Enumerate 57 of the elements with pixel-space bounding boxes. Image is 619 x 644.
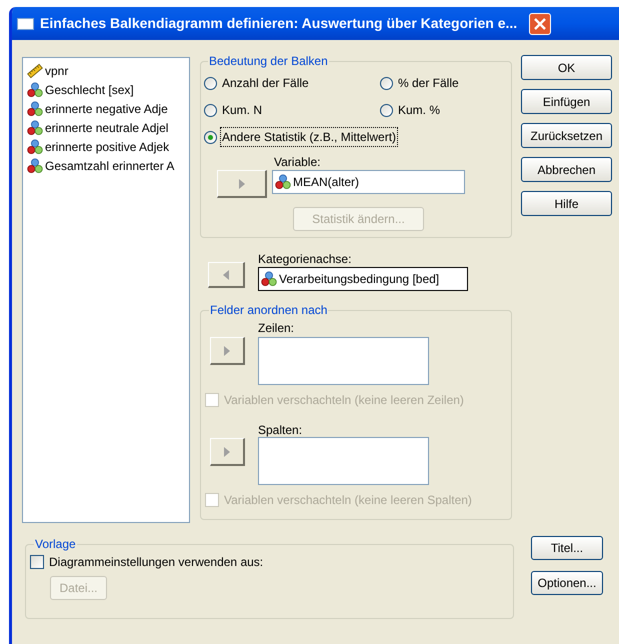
triangle-left-icon (223, 270, 229, 280)
nominal-variable-icon (27, 100, 43, 116)
window-title: Einfaches Balkendiagramm definieren: Auswertung über Kategorien e... (40, 14, 518, 33)
checkbox[interactable] (30, 555, 44, 569)
radio-button[interactable] (204, 104, 217, 116)
nominal-variable-icon (27, 158, 43, 174)
window-icon (17, 18, 34, 30)
radio-label: Andere Statistik (z.B., Mittelwert) (220, 127, 398, 147)
field-label: Variable: (274, 154, 322, 169)
group-title: Vorlage (34, 536, 77, 553)
variable-field[interactable]: MEAN(alter) (272, 170, 465, 194)
triangle-right-icon (224, 346, 230, 356)
field-label: Kategorienachse: (258, 251, 352, 267)
group-title: Bedeutung der Balken (208, 53, 329, 70)
checkbox-label: Variablen verschachteln (keine leeren Zeilen) (224, 392, 464, 409)
radio-button[interactable] (204, 130, 217, 144)
variable-item[interactable]: erinnerte neutrale Adjel (27, 118, 189, 137)
radio-label: % der Fälle (397, 75, 460, 92)
nominal-variable-icon (27, 138, 43, 154)
dialog-button[interactable]: Optionen... (531, 571, 603, 595)
variable-item[interactable]: erinnerte negative Adje (27, 99, 189, 118)
radio-button[interactable] (204, 76, 217, 90)
rows-list-box[interactable] (258, 337, 429, 385)
columns-list-box[interactable] (258, 437, 429, 485)
close-icon (534, 18, 546, 30)
nominal-variable-icon (275, 174, 291, 190)
variable-item[interactable]: vpnr (27, 61, 189, 80)
variable-item[interactable]: Geschlecht [sex] (27, 80, 189, 99)
field-label: Spalten: (258, 422, 304, 437)
group-title: Felder anordnen nach (209, 302, 328, 319)
radio-label: Anzahl der Fälle (221, 75, 310, 92)
radio-button[interactable] (380, 104, 393, 116)
move-right-button[interactable] (210, 438, 245, 466)
dialog-button[interactable]: Zurücksetzen (521, 123, 612, 148)
field-label: Zeilen: (258, 320, 296, 337)
dialog-button[interactable]: Einfügen (521, 89, 612, 114)
dialog-button[interactable]: OK (521, 55, 612, 80)
nominal-variable-icon (27, 120, 43, 136)
nominal-variable-icon (27, 82, 43, 98)
radio-label: Kum. % (397, 102, 442, 119)
category-axis-field[interactable]: Verarbeitungsbedingung [bed] (258, 267, 468, 291)
checkbox-label: Diagrammeinstellungen verwenden aus: (49, 554, 264, 571)
move-left-button[interactable] (208, 262, 245, 288)
nominal-variable-icon (261, 271, 277, 287)
variable-item[interactable]: erinnerte positive Adjek (27, 137, 189, 156)
move-right-button[interactable] (210, 337, 245, 365)
move-right-button[interactable] (217, 170, 267, 198)
radio-label: Kum. N (221, 102, 264, 119)
dialog-button[interactable]: Abbrechen (521, 157, 612, 182)
triangle-right-icon (224, 446, 230, 456)
checkbox-label: Variablen verschachteln (keine leeren Spalten) (224, 492, 472, 509)
dialog-button[interactable]: Titel... (531, 536, 603, 560)
dialog-button[interactable]: Hilfe (521, 191, 612, 216)
variable-item[interactable]: Gesamtzahl erinnerter A (27, 156, 189, 175)
triangle-right-icon (238, 178, 244, 188)
close-button[interactable] (529, 12, 552, 34)
radio-button[interactable] (380, 76, 393, 90)
